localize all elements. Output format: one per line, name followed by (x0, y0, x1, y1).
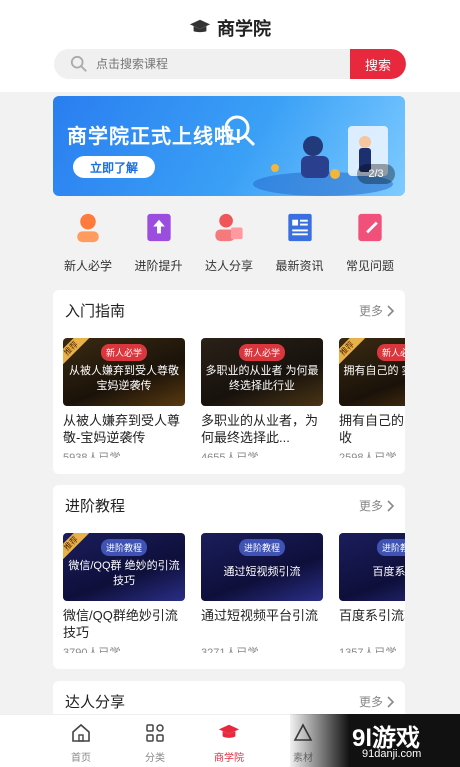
course-card[interactable]: 新人必学 多职业的从业者 为何最终选择此行业 多职业的从业者，为何最终选择此..… (201, 338, 323, 458)
course-card[interactable]: 推荐 新人必学 拥有自己的 实现经济收 拥有自己的实现经济收 2598人已学 (339, 338, 405, 458)
graduation-cap-icon (189, 19, 211, 33)
category-label: 进阶提升 (134, 259, 183, 273)
learner-count: 5938人已学 (63, 452, 121, 458)
news-icon (287, 213, 312, 242)
course-tag: 进阶教程 (376, 539, 405, 556)
recommend-badge: 推荐 (63, 338, 90, 367)
banner-cta-button[interactable]: 立即了解 (73, 156, 155, 178)
course-thumbnail: 推荐 进阶教程 微信/QQ群 绝妙的引流技巧 (63, 533, 185, 601)
tab-business-school[interactable]: 商学院 (203, 723, 255, 764)
section-title: 入门指南 (65, 303, 126, 320)
tab-label: 商学院 (214, 753, 244, 764)
more-link[interactable]: 更多 (359, 693, 395, 710)
watermark-url: 91danji.com (362, 748, 422, 760)
tab-label: 分类 (145, 753, 165, 764)
section-getting-started: 入门指南 更多 推荐 新人必学 从被人嫌弃到受人尊敬 宝妈逆袭传 从被人嫌弃到受… (53, 290, 405, 474)
category-grid-icon (146, 724, 164, 742)
course-card[interactable]: 进阶教程 百度系引流 百度系引流享 1357人已学 (339, 533, 405, 653)
section-header: 进阶教程 更多 (53, 485, 405, 523)
course-tag: 进阶教程 (100, 539, 148, 556)
course-tag: 新人必学 (238, 344, 286, 361)
category-advanced[interactable]: 进阶提升 (124, 206, 194, 274)
category-newbie[interactable]: 新人必学 (53, 206, 123, 274)
course-title: 多职业的从业者，为何最终选择此... (201, 413, 319, 445)
chevron-right-icon (387, 499, 395, 512)
section-header: 入门指南 更多 (53, 290, 405, 328)
category-label: 常见问题 (345, 259, 394, 273)
category-expert-share[interactable]: 达人分享 (194, 206, 264, 274)
section-advanced-tutorials: 进阶教程 更多 推荐 进阶教程 微信/QQ群 绝妙的引流技巧 微信/QQ群绝妙引… (53, 485, 405, 669)
category-row: 新人必学 进阶提升 达人分享 最新资讯 常见问题 (53, 206, 405, 274)
learner-count: 3790人已学 (63, 647, 121, 653)
magnifier-icon (224, 115, 256, 147)
recommend-badge: 推荐 (63, 533, 90, 562)
banner-pager: 2/3 (357, 164, 395, 184)
thumbnail-caption: 微信/QQ群 绝妙的引流技巧 (68, 560, 180, 587)
thumbnail-caption: 拥有自己的 实现经济收 (343, 365, 405, 377)
course-title: 通过短视频平台引流 (201, 608, 319, 623)
course-title: 百度系引流享 (339, 608, 405, 623)
watermark: 9l游戏 91danji.com (290, 714, 460, 767)
question-doc-icon (358, 213, 382, 242)
recommend-badge: 推荐 (339, 338, 366, 367)
course-thumbnail: 进阶教程 百度系引流 (339, 533, 405, 601)
search-button[interactable]: 搜索 (350, 49, 406, 79)
home-icon (72, 723, 90, 742)
course-title: 拥有自己的实现经济收 (339, 413, 405, 445)
category-label: 新人必学 (63, 259, 112, 273)
course-title: 从被人嫌弃到受人尊敬-宝妈逆袭传 (63, 413, 181, 445)
book-up-icon (146, 213, 171, 242)
course-thumbnail: 新人必学 多职业的从业者 为何最终选择此行业 (201, 338, 323, 406)
page-title: 商学院 (217, 19, 271, 39)
search-bar: 搜索 (54, 49, 406, 79)
more-label: 更多 (358, 304, 383, 318)
tab-home[interactable]: 首页 (55, 723, 107, 764)
learner-count: 2598人已学 (339, 452, 397, 458)
course-tag: 新人必学 (376, 344, 405, 361)
tab-label: 首页 (71, 753, 91, 764)
course-tag: 新人必学 (100, 344, 148, 361)
thumbnail-caption: 多职业的从业者 为何最终选择此行业 (205, 365, 319, 392)
category-label: 达人分享 (204, 259, 253, 273)
learner-count: 3271人已学 (201, 647, 259, 653)
category-news[interactable]: 最新资讯 (265, 206, 335, 274)
category-faq[interactable]: 常见问题 (335, 206, 405, 274)
category-label: 最新资讯 (275, 259, 324, 273)
chevron-right-icon (387, 695, 395, 708)
thumbnail-caption: 通过短视频引流 (223, 566, 301, 578)
header: 商学院 搜索 (0, 0, 460, 92)
promo-banner[interactable]: 商学院正式上线啦! 立即了解 2/3 (53, 96, 405, 196)
tab-category[interactable]: 分类 (129, 723, 181, 764)
course-carousel: 推荐 进阶教程 微信/QQ群 绝妙的引流技巧 微信/QQ群绝妙引流技巧 3790… (53, 523, 405, 653)
course-title: 微信/QQ群绝妙引流技巧 (63, 608, 178, 640)
section-title: 达人分享 (65, 694, 126, 711)
more-link[interactable]: 更多 (359, 497, 395, 514)
course-thumbnail: 推荐 新人必学 拥有自己的 实现经济收 (339, 338, 405, 406)
thumbnail-caption: 从被人嫌弃到受人尊敬 宝妈逆袭传 (69, 365, 179, 392)
banner-headline: 商学院正式上线啦! (67, 126, 243, 148)
course-tag: 进阶教程 (238, 539, 286, 556)
section-title: 进阶教程 (65, 498, 126, 515)
search-icon (70, 55, 87, 72)
course-card[interactable]: 进阶教程 通过短视频引流 通过短视频平台引流 3271人已学 (201, 533, 323, 653)
more-link[interactable]: 更多 (359, 302, 395, 319)
chevron-right-icon (387, 304, 395, 317)
more-label: 更多 (358, 695, 383, 709)
more-label: 更多 (358, 499, 383, 513)
thumbnail-caption: 百度系引流 (372, 566, 406, 578)
title-row: 商学院 (0, 14, 460, 42)
course-card[interactable]: 推荐 进阶教程 微信/QQ群 绝妙的引流技巧 微信/QQ群绝妙引流技巧 3790… (63, 533, 185, 653)
course-card[interactable]: 推荐 新人必学 从被人嫌弃到受人尊敬 宝妈逆袭传 从被人嫌弃到受人尊敬-宝妈逆袭… (63, 338, 185, 458)
graduation-cap-icon (218, 724, 240, 738)
learner-count: 4655人已学 (201, 452, 259, 458)
course-thumbnail: 推荐 新人必学 从被人嫌弃到受人尊敬 宝妈逆袭传 (63, 338, 185, 406)
person-icon (77, 213, 99, 243)
search-input[interactable] (96, 57, 336, 71)
learner-count: 1357人已学 (339, 647, 397, 653)
share-person-icon (215, 213, 243, 242)
course-carousel: 推荐 新人必学 从被人嫌弃到受人尊敬 宝妈逆袭传 从被人嫌弃到受人尊敬-宝妈逆袭… (53, 328, 405, 458)
course-thumbnail: 进阶教程 通过短视频引流 (201, 533, 323, 601)
